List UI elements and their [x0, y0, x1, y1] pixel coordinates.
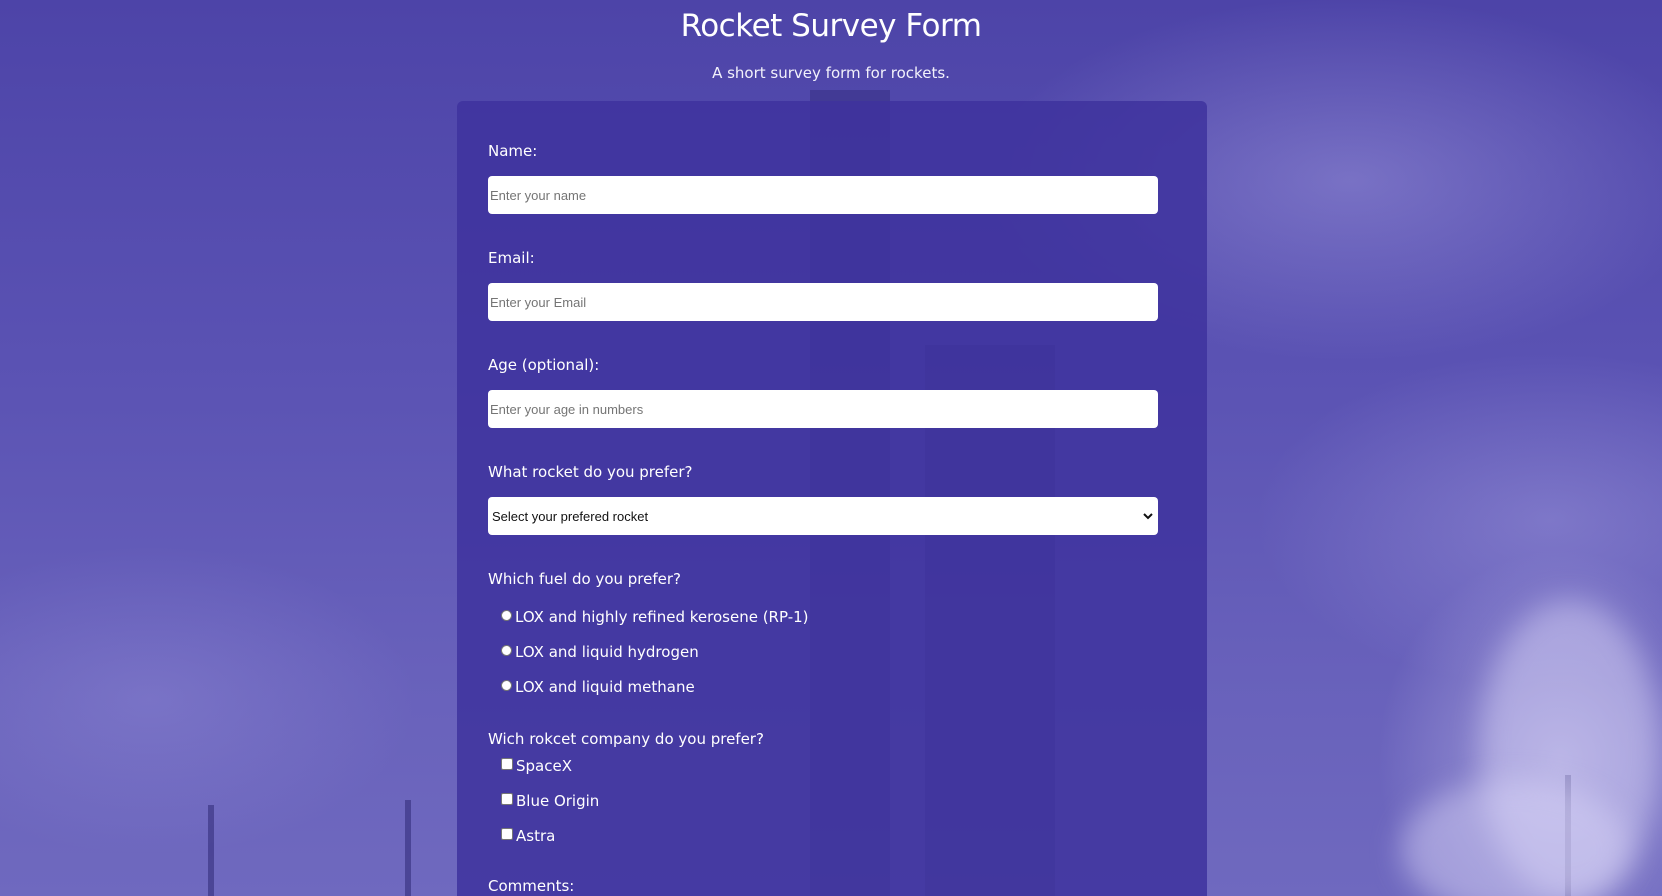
- comments-label: Comments:: [488, 877, 575, 895]
- email-input[interactable]: [488, 283, 1158, 321]
- fuel-option-rp1[interactable]: LOX and highly refined kerosene (RP-1): [501, 608, 809, 626]
- radio-button[interactable]: [501, 679, 512, 691]
- fuel-option-label: LOX and liquid methane: [515, 678, 695, 696]
- company-option-label: SpaceX: [516, 757, 572, 775]
- name-input[interactable]: [488, 176, 1158, 214]
- company-option-label: Astra: [516, 827, 556, 845]
- fuel-option-hydrogen[interactable]: LOX and liquid hydrogen: [501, 643, 699, 661]
- page-header: Rocket Survey Form A short survey form f…: [0, 0, 1662, 82]
- checkbox[interactable]: [501, 828, 513, 840]
- company-option-spacex[interactable]: SpaceX: [501, 757, 572, 775]
- age-label: Age (optional):: [488, 356, 600, 374]
- company-option-blue-origin[interactable]: Blue Origin: [501, 792, 599, 810]
- page-description: A short survey form for rockets.: [712, 64, 950, 82]
- company-label: Wich rokcet company do you prefer?: [488, 730, 764, 748]
- company-option-label: Blue Origin: [516, 792, 600, 810]
- radio-button[interactable]: [501, 609, 512, 621]
- rocket-select[interactable]: Select your prefered rocket: [488, 497, 1158, 535]
- email-label: Email:: [488, 249, 535, 267]
- rocket-label: What rocket do you prefer?: [488, 463, 693, 481]
- survey-form: Name: Email: Age (optional): What rocket…: [457, 101, 1207, 896]
- rocket-select-value: Select your prefered rocket: [492, 508, 649, 524]
- radio-button[interactable]: [501, 644, 512, 656]
- page-title: Rocket Survey Form: [680, 8, 982, 44]
- company-option-astra[interactable]: Astra: [501, 827, 555, 845]
- checkbox[interactable]: [501, 793, 513, 805]
- checkbox[interactable]: [501, 758, 513, 770]
- fuel-option-label: LOX and liquid hydrogen: [515, 643, 699, 661]
- fuel-option-label: LOX and highly refined kerosene (RP-1): [515, 608, 809, 626]
- fuel-label: Which fuel do you prefer?: [488, 570, 682, 588]
- light-mast-shape: [405, 800, 411, 896]
- name-label: Name:: [488, 142, 538, 160]
- chevron-down-icon: [1143, 513, 1153, 520]
- age-input[interactable]: [488, 390, 1158, 428]
- light-mast-shape: [208, 805, 214, 896]
- fuel-option-methane[interactable]: LOX and liquid methane: [501, 678, 695, 696]
